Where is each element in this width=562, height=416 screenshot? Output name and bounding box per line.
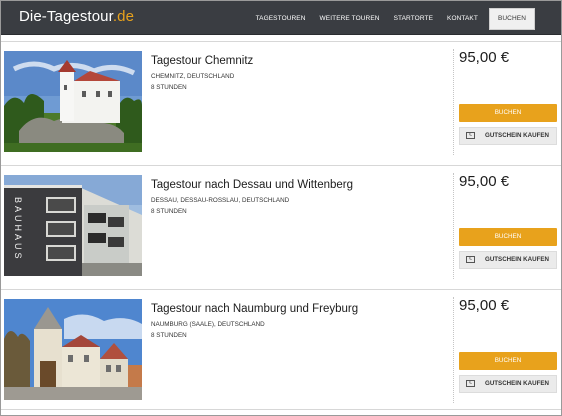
nav-item-startorte[interactable]: STARTORTE (387, 9, 440, 29)
tour-location: DESSAU, DESSAU-ROSSLAU, DEUTSCHLAND (151, 197, 290, 204)
main-nav: TAGESTOUREN WEITERE TOUREN STARTORTE KON… (249, 8, 535, 30)
tour-title[interactable]: Tagestour nach Naumburg und Freyburg (151, 303, 441, 315)
tour-listing: BAUHAUS Tagestour nach Dessau und Witten… (1, 165, 561, 285)
listing-divider-line (1, 165, 561, 166)
voucher-label: GUTSCHEIN KAUFEN (485, 256, 549, 263)
tour-image-chemnitz[interactable] (4, 51, 142, 152)
nav-item-weitere-touren[interactable]: WEITERE TOUREN (313, 9, 387, 29)
tour-duration: 8 STUNDEN (151, 208, 187, 215)
tour-duration: 8 STUNDEN (151, 84, 187, 91)
logo-tld-text: .de (112, 8, 135, 25)
book-button[interactable]: BUCHEN (459, 228, 557, 246)
price-column-divider (453, 49, 454, 155)
tour-price: 95,00 € (459, 49, 510, 66)
bauhaus-sign-text: BAUHAUS (13, 197, 23, 262)
tour-listing: Tagestour Chemnitz CHEMNITZ, DEUTSCHLAND… (1, 41, 561, 161)
nav-item-buchen[interactable]: BUCHEN (488, 8, 535, 30)
site-logo[interactable]: Die-Tagestour.de (19, 8, 134, 25)
nav-item-tagestouren[interactable]: TAGESTOUREN (249, 9, 313, 29)
listing-divider-line (1, 409, 561, 410)
buy-voucher-button[interactable]: € GUTSCHEIN KAUFEN (459, 127, 557, 145)
tour-info: Tagestour nach Dessau und Wittenberg DES… (151, 179, 441, 217)
voucher-icon: € (466, 132, 475, 139)
tour-price: 95,00 € (459, 297, 510, 314)
tour-duration: 8 STUNDEN (151, 332, 187, 339)
voucher-label: GUTSCHEIN KAUFEN (485, 132, 549, 139)
voucher-label: GUTSCHEIN KAUFEN (485, 380, 549, 387)
nav-item-kontakt[interactable]: KONTAKT (440, 9, 485, 29)
tour-listing: Tagestour nach Naumburg und Freyburg NAU… (1, 289, 561, 409)
tour-info: Tagestour nach Naumburg und Freyburg NAU… (151, 303, 441, 341)
price-column-divider (453, 173, 454, 279)
listing-divider-line (1, 41, 561, 42)
voucher-icon: € (466, 256, 475, 263)
buy-voucher-button[interactable]: € GUTSCHEIN KAUFEN (459, 251, 557, 269)
book-button[interactable]: BUCHEN (459, 104, 557, 122)
price-column-divider (453, 297, 454, 403)
tour-image-dessau[interactable]: BAUHAUS (4, 175, 142, 276)
voucher-icon: € (466, 380, 475, 387)
tour-location: CHEMNITZ, DEUTSCHLAND (151, 73, 235, 80)
tour-image-naumburg[interactable] (4, 299, 142, 400)
tour-price: 95,00 € (459, 173, 510, 190)
tour-info: Tagestour Chemnitz CHEMNITZ, DEUTSCHLAND… (151, 55, 441, 93)
buy-voucher-button[interactable]: € GUTSCHEIN KAUFEN (459, 375, 557, 393)
listing-divider-line (1, 289, 561, 290)
tour-title[interactable]: Tagestour nach Dessau und Wittenberg (151, 179, 441, 191)
logo-main-text: Die-Tagestour (19, 8, 113, 25)
site-header: Die-Tagestour.de TAGESTOUREN WEITERE TOU… (1, 1, 561, 35)
book-button[interactable]: BUCHEN (459, 352, 557, 370)
tour-title[interactable]: Tagestour Chemnitz (151, 55, 441, 67)
tour-location: NAUMBURG (SAALE), DEUTSCHLAND (151, 321, 265, 328)
